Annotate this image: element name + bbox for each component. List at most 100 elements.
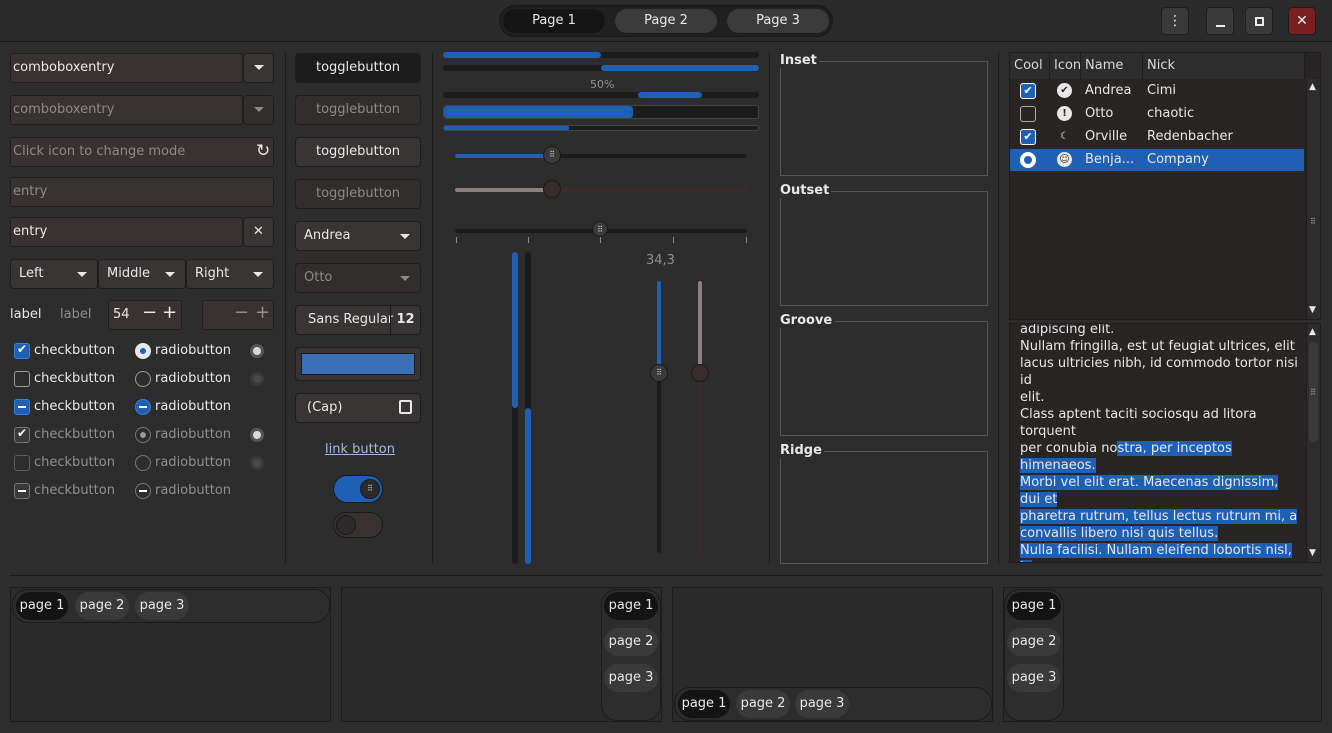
tree-row[interactable]: ✔ ✔ Andrea Cimi — [1010, 80, 1304, 102]
radiobutton-3[interactable] — [135, 399, 151, 415]
linked-button-middle[interactable]: Middle — [98, 259, 186, 289]
clear-entry-button[interactable]: ✕ — [243, 217, 274, 247]
column-header-nick[interactable]: Nick — [1143, 53, 1305, 79]
mode-entry[interactable]: Click icon to change mode — [10, 137, 274, 167]
linked-button-left[interactable]: Left — [10, 259, 98, 289]
minus-icon: − — [234, 302, 250, 323]
combobox-entry-1[interactable]: comboboxentry — [10, 53, 243, 83]
column-header-name[interactable]: Name — [1081, 53, 1143, 79]
v-scale-1-handle[interactable]: ⠿ — [650, 364, 668, 382]
notebook-bottom-tab-1[interactable]: page 1 — [678, 690, 730, 718]
scroll-grip-icon[interactable]: ⠿ — [1310, 217, 1316, 226]
cool-radio[interactable] — [1020, 152, 1036, 168]
separator — [10, 575, 1322, 576]
tab-page-1[interactable]: Page 1 — [503, 9, 605, 33]
scale-tick — [528, 237, 529, 243]
tree-view[interactable]: Cool Icon Name Nick ✔ ✔ Andrea Cimi! Otto cha… — [1009, 52, 1321, 320]
linked-middle-label: Middle — [107, 266, 150, 281]
minimize-button[interactable] — [1206, 7, 1234, 35]
notebook-left-tab-1[interactable]: page 1 — [1007, 592, 1061, 620]
linked-right-label: Right — [195, 266, 230, 281]
tree-scrollbar[interactable]: ▲ ⠿ ▼ — [1306, 79, 1320, 319]
combobox-2-dropdown — [243, 95, 274, 125]
togglebutton-disabled: togglebutton — [295, 95, 421, 125]
maximize-icon — [1254, 17, 1264, 26]
checkbox-4: ✔ — [14, 426, 30, 443]
checkbox-3[interactable] — [14, 399, 30, 415]
scroll-down-icon[interactable]: ▼ — [1309, 548, 1316, 558]
v-scale-value: 34,3 — [646, 253, 675, 268]
font-button[interactable]: Sans Regular 12 — [295, 305, 421, 335]
notebook-top-tab-1[interactable]: page 1 — [16, 592, 68, 620]
notebook-right-tab-2[interactable]: page 2 — [604, 628, 658, 656]
color-button[interactable] — [295, 347, 421, 381]
scale-tick — [746, 237, 747, 243]
notebook-bottom-tab-2[interactable]: page 2 — [736, 690, 790, 718]
tab-page-3[interactable]: Page 3 — [727, 9, 829, 33]
minus-icon[interactable]: − — [142, 302, 157, 323]
file-chooser-button[interactable]: (Cap) — [295, 393, 421, 423]
checkbox-2[interactable] — [14, 371, 30, 387]
text-scrollbar[interactable]: ▲ ⠿ ▼ — [1306, 324, 1320, 562]
checkbox-1[interactable]: ✔ — [14, 342, 30, 359]
maximize-button[interactable] — [1245, 7, 1273, 35]
combobox-andrea[interactable]: Andrea — [295, 221, 421, 251]
menu-button[interactable]: ⋮ — [1161, 7, 1189, 35]
frame-groove — [780, 321, 988, 436]
column-header-icon[interactable]: Icon — [1050, 53, 1081, 79]
notebook-left-tab-3[interactable]: page 3 — [1007, 664, 1061, 692]
linked-button-right[interactable]: Right — [186, 259, 274, 289]
togglebutton-active[interactable]: togglebutton — [295, 53, 421, 83]
scale-tick — [456, 237, 457, 243]
tree-row[interactable]: ✔ ☾ Orville Redenbacher — [1010, 126, 1304, 148]
h-scale-1[interactable] — [455, 154, 747, 158]
link-button[interactable]: link button — [325, 442, 395, 457]
notebook-right-tab-1[interactable]: page 1 — [604, 592, 658, 620]
entry-1[interactable]: entry — [10, 177, 274, 207]
cool-checkbox[interactable]: ✔ — [1020, 129, 1036, 145]
radiobutton-1[interactable] — [135, 343, 151, 359]
h-scale-marks-handle[interactable]: ⠿ — [592, 221, 608, 237]
progress-bar-3 — [443, 92, 759, 98]
switch-off[interactable] — [333, 512, 383, 538]
scroll-up-icon[interactable]: ▲ — [1309, 82, 1316, 92]
cool-checkbox[interactable]: ✔ — [1020, 83, 1036, 99]
notebook-top-tab-3[interactable]: page 3 — [135, 592, 189, 620]
cool-checkbox[interactable] — [1020, 106, 1036, 122]
checkmark-icon: ✔ — [17, 426, 28, 440]
tree-row[interactable]: ☺ Benja... Company — [1010, 149, 1304, 171]
scroll-up-icon[interactable]: ▲ — [1309, 327, 1316, 337]
minimize-icon — [1215, 25, 1225, 27]
radiobutton-2[interactable] — [135, 371, 151, 387]
notebook-top-tab-2[interactable]: page 2 — [75, 592, 129, 620]
separator — [998, 52, 999, 564]
scroll-grip-icon[interactable]: ⠿ — [1310, 388, 1316, 397]
text-view[interactable]: adipiscing elit. Nullam fringilla, est ut… — [1009, 323, 1321, 563]
close-button[interactable]: ✕ — [1288, 7, 1316, 35]
chevron-down-icon — [400, 234, 410, 239]
plus-icon[interactable]: + — [162, 302, 177, 323]
column-header-cool[interactable]: Cool — [1010, 53, 1050, 79]
checkbox-label: checkbutton — [34, 343, 115, 358]
notebook-bottom-tab-3[interactable]: page 3 — [795, 690, 849, 718]
selected-text: pharetra rutrum, tellus lectus rutrum mi… — [1020, 509, 1298, 524]
switch-on[interactable]: ⠿ — [333, 475, 383, 503]
h-scale-1-handle[interactable]: ⠿ — [543, 146, 561, 164]
radio-indicator-icon — [250, 372, 264, 386]
radiobutton-6 — [135, 483, 151, 499]
notebook-right-tab-3[interactable]: page 3 — [604, 664, 658, 692]
tab-page-2[interactable]: Page 2 — [615, 9, 717, 33]
notebook-left-tab-2[interactable]: page 2 — [1007, 628, 1061, 656]
h-scale-2-handle — [543, 180, 561, 198]
tree-cell-name: Andrea — [1085, 83, 1132, 98]
tree-row[interactable]: ! Otto chaotic — [1010, 103, 1304, 125]
togglebutton[interactable]: togglebutton — [295, 137, 421, 167]
scroll-down-icon[interactable]: ▼ — [1309, 305, 1316, 315]
frame-inset — [780, 61, 988, 176]
selected-text: Nulla facilisi. Nullam eleifend lobortis… — [1020, 543, 1292, 562]
notebook-right-tabbar: page 1 page 2 page 3 — [601, 589, 661, 721]
v-scale-1[interactable] — [657, 281, 661, 553]
entry-2[interactable]: entry — [10, 217, 243, 247]
combobox-1-dropdown[interactable] — [243, 53, 274, 83]
refresh-icon[interactable]: ↻ — [256, 141, 270, 161]
